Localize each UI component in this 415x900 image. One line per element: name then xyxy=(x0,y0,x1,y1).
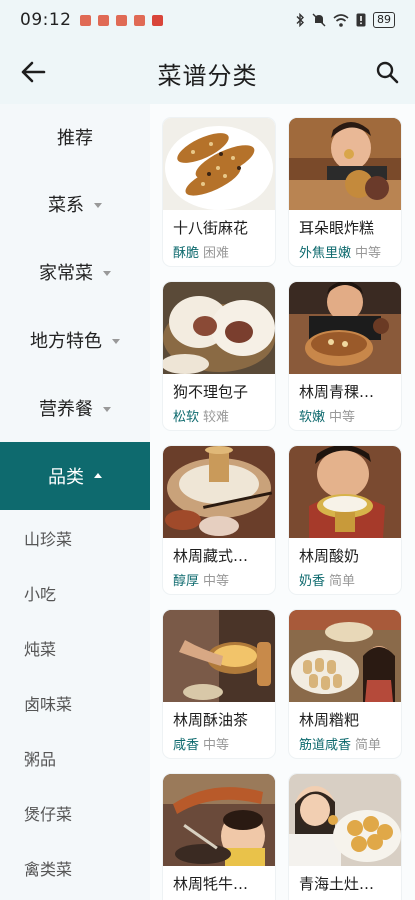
notification-icons xyxy=(79,14,163,26)
sub-item-braised[interactable]: 卤味菜 xyxy=(0,675,150,730)
barley-dish-photo xyxy=(289,282,401,374)
yak-meat-photo xyxy=(163,774,275,866)
sidebar-item-label: 菜系 xyxy=(48,195,84,216)
recipe-name: 十八街麻花 xyxy=(173,219,249,237)
chevron-down-icon xyxy=(103,270,111,276)
recipe-taste: 醇厚 xyxy=(173,574,200,589)
recipe-card[interactable]: 耳朵眼炸糕 外焦里嫩 中等 xyxy=(289,118,401,266)
sidebar-item-label: 地方特色 xyxy=(30,331,102,352)
sidebar-item-regional[interactable]: 地方特色 xyxy=(0,306,150,374)
sub-item-claypot[interactable]: 煲仔菜 xyxy=(0,785,150,840)
recipe-card[interactable]: 林周青稞… 软嫩 中等 xyxy=(289,282,401,430)
recipe-card[interactable]: 林周牦牛… xyxy=(163,774,275,900)
recipe-taste: 外焦里嫩 xyxy=(299,246,352,261)
sidebar-item-label: 家常菜 xyxy=(39,263,93,284)
chevron-down-icon xyxy=(94,202,102,208)
category-sub-list: 山珍菜 小吃 炖菜 卤味菜 粥品 煲仔菜 禽类菜 xyxy=(0,510,150,895)
recipe-card[interactable]: 十八街麻花 酥脆 困难 xyxy=(163,118,275,266)
notification-icon xyxy=(97,14,109,26)
recipe-name: 林周糌粑 xyxy=(299,711,360,729)
bluetooth-icon xyxy=(296,13,304,27)
sub-item-congee[interactable]: 粥品 xyxy=(0,730,150,785)
recipe-taste: 软嫩 xyxy=(299,410,326,425)
chevron-down-icon xyxy=(103,406,111,412)
recipe-difficulty: 较难 xyxy=(203,410,230,425)
recipe-card[interactable]: 青海土灶… xyxy=(289,774,401,900)
sub-item-stew[interactable]: 炖菜 xyxy=(0,620,150,675)
recipe-name: 林周酸奶 xyxy=(299,547,360,565)
status-time: 09:12 xyxy=(20,10,72,30)
app-bar: 菜谱分类 xyxy=(0,40,415,104)
notification-icon xyxy=(133,14,145,26)
sub-item-snacks[interactable]: 小吃 xyxy=(0,565,150,620)
recipe-difficulty: 简单 xyxy=(355,738,382,753)
fried-cake-photo xyxy=(289,118,401,210)
recipe-name: 林周酥油茶 xyxy=(173,711,249,729)
status-bar: 09:12 89 xyxy=(0,0,415,40)
recipe-card[interactable]: 林周酥油茶 咸香 中等 xyxy=(163,610,275,758)
notification-icon xyxy=(115,14,127,26)
notification-icon xyxy=(79,14,91,26)
recipe-name: 林周藏式… xyxy=(173,547,249,565)
recipe-taste: 奶香 xyxy=(299,574,326,589)
recipe-name: 林周青稞… xyxy=(299,383,375,401)
wifi-icon xyxy=(333,13,349,27)
sidebar-item-label: 营养餐 xyxy=(39,399,93,420)
sidebar-item-category[interactable]: 品类 xyxy=(0,442,150,510)
search-icon[interactable] xyxy=(375,60,399,84)
qinghai-stove-photo xyxy=(289,774,401,866)
recipe-taste: 筋道咸香 xyxy=(299,738,352,753)
recipe-taste: 酥脆 xyxy=(173,246,200,261)
chevron-up-icon xyxy=(94,472,102,478)
mute-icon xyxy=(312,13,326,27)
recipe-card[interactable]: 林周糌粑 筋道咸香 简单 xyxy=(289,610,401,758)
recipe-difficulty: 中等 xyxy=(329,410,356,425)
recipe-card[interactable]: 林周酸奶 奶香 简单 xyxy=(289,446,401,594)
fried-dough-twist-photo xyxy=(163,118,275,210)
notification-icon xyxy=(151,14,163,26)
recipe-card[interactable]: 狗不理包子 松软 较难 xyxy=(163,282,275,430)
sub-item-poultry[interactable]: 禽类菜 xyxy=(0,840,150,895)
sidebar-item-recommend[interactable]: 推荐 xyxy=(0,104,150,170)
sidebar-item-label: 品类 xyxy=(48,467,84,488)
tibetan-hotpot-photo xyxy=(163,446,275,538)
page-title: 菜谱分类 xyxy=(157,62,258,90)
steamed-bun-photo xyxy=(163,282,275,374)
recipe-difficulty: 简单 xyxy=(329,574,356,589)
recipe-difficulty: 中等 xyxy=(355,246,382,261)
sidebar-item-nutrition[interactable]: 营养餐 xyxy=(0,374,150,442)
recipe-taste: 咸香 xyxy=(173,738,200,753)
butter-tea-photo xyxy=(163,610,275,702)
recipe-grid-panel: 十八街麻花 酥脆 困难 耳朵眼炸糕 外焦里嫩 中等 狗不理包子 松软 较难 林周… xyxy=(150,104,415,900)
alert-icon xyxy=(356,13,366,27)
recipe-name: 林周牦牛… xyxy=(173,875,249,893)
sidebar-item-label: 推荐 xyxy=(57,128,93,149)
recipe-difficulty: 中等 xyxy=(203,574,230,589)
tsampa-photo xyxy=(289,610,401,702)
recipe-difficulty: 困难 xyxy=(203,246,230,261)
recipe-name: 耳朵眼炸糕 xyxy=(299,219,375,237)
recipe-taste: 松软 xyxy=(173,410,200,425)
battery-icon: 89 xyxy=(373,12,395,28)
recipe-card[interactable]: 林周藏式… 醇厚 中等 xyxy=(163,446,275,594)
sidebar-item-cuisine[interactable]: 菜系 xyxy=(0,170,150,238)
yogurt-photo xyxy=(289,446,401,538)
recipe-name: 狗不理包子 xyxy=(173,383,249,401)
recipe-name: 青海土灶… xyxy=(299,875,375,893)
sub-item-mountain-delicacy[interactable]: 山珍菜 xyxy=(0,510,150,565)
recipe-difficulty: 中等 xyxy=(203,738,230,753)
category-sidebar: 推荐 菜系 家常菜 地方特色 营养餐 品类 山珍菜 小吃 炖菜 卤味菜 粥品 煲… xyxy=(0,104,150,900)
chevron-down-icon xyxy=(112,338,120,344)
sidebar-item-home-cooking[interactable]: 家常菜 xyxy=(0,238,150,306)
recipe-grid: 十八街麻花 酥脆 困难 耳朵眼炸糕 外焦里嫩 中等 狗不理包子 松软 较难 林周… xyxy=(163,118,401,900)
